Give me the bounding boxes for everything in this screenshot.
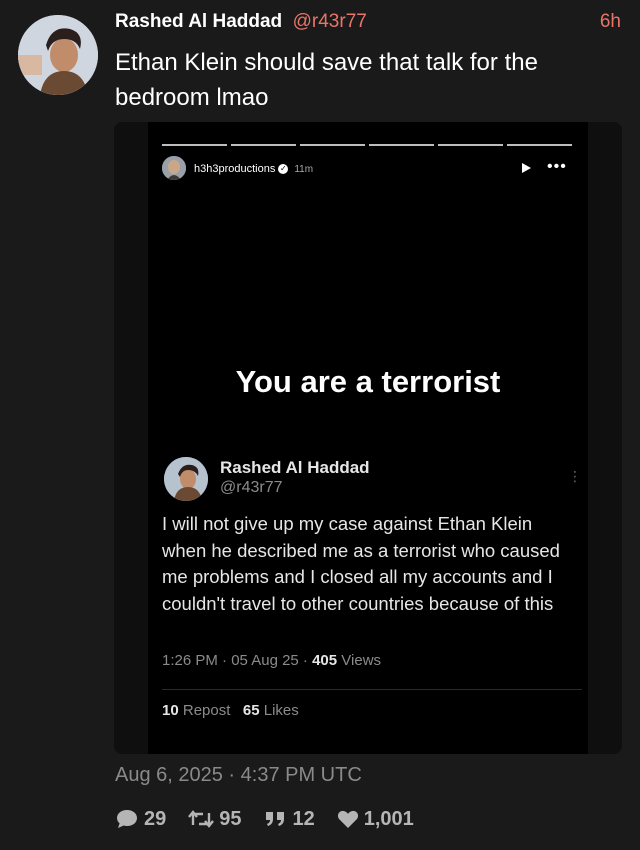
story-time: 11m xyxy=(294,164,314,175)
reply-count: 29 xyxy=(144,807,167,830)
embedded-reposts-label: Repost xyxy=(178,702,231,719)
story-username: h3h3productions xyxy=(194,163,276,175)
quote-count: 12 xyxy=(292,807,315,830)
post-text: Ethan Klein should save that talk for th… xyxy=(115,49,538,111)
author-avatar[interactable] xyxy=(18,15,98,95)
story-username-row: h3h3productions ✓ 11m xyxy=(194,163,313,175)
story-progress-bar xyxy=(162,144,572,146)
post-age[interactable]: 6h xyxy=(600,11,621,33)
retweet-icon xyxy=(188,810,215,828)
heart-icon xyxy=(337,810,358,828)
author-name[interactable]: Rashed Al Haddad xyxy=(115,11,282,32)
story-caption: You are a terrorist xyxy=(235,364,501,399)
embedded-tweet-text: I will not give up my case against Ethan… xyxy=(162,513,560,614)
embedded-tweet-stats: 10 Repost 65 Likes xyxy=(162,702,299,719)
comment-icon xyxy=(117,810,137,828)
embedded-author-handle: @r43r77 xyxy=(220,479,283,496)
story-header: h3h3productions ✓ 11m ••• xyxy=(162,156,572,182)
embedded-views-label: Views xyxy=(337,652,382,669)
like-button[interactable]: 1,001 xyxy=(337,808,414,831)
more-options-icon: ••• xyxy=(547,158,567,175)
retweet-count: 95 xyxy=(219,807,242,830)
vertical-dots-icon: ⋮ xyxy=(568,468,582,484)
story-screenshot: h3h3productions ✓ 11m ••• You are a terror… xyxy=(148,122,588,754)
embedded-tweet-time: 1:26 PM · 05 Aug 25 · xyxy=(162,652,313,669)
embedded-tweet-meta: 1:26 PM · 05 Aug 25 · 405 Views xyxy=(162,652,381,669)
embedded-likes-count: 65 xyxy=(242,702,260,719)
embedded-author-avatar xyxy=(164,457,208,501)
post-media[interactable]: h3h3productions ✓ 11m ••• You are a terror… xyxy=(114,122,622,754)
avatar-image xyxy=(18,15,98,95)
action-bar: 29 95 12 1,001 xyxy=(115,805,436,833)
author-handle[interactable]: @r43r77 xyxy=(293,11,367,32)
retweet-button[interactable]: 95 xyxy=(188,807,242,831)
quote-button[interactable]: 12 xyxy=(264,808,315,831)
embedded-author-name: Rashed Al Haddad xyxy=(220,458,370,477)
quote-icon xyxy=(265,812,284,826)
embedded-reposts-count: 10 xyxy=(162,702,179,719)
story-avatar xyxy=(162,156,186,180)
reply-button[interactable]: 29 xyxy=(115,808,166,831)
play-icon xyxy=(522,163,531,173)
embedded-likes-label: Likes xyxy=(259,702,299,719)
post-timestamp[interactable]: Aug 6, 2025 · 4:37 PM UTC xyxy=(115,764,362,787)
embedded-views-count: 405 xyxy=(312,652,338,669)
check-badge-icon: ✓ xyxy=(278,164,289,175)
divider xyxy=(162,689,582,690)
post-header: Rashed Al Haddad @r43r77 6h xyxy=(115,11,625,37)
like-count: 1,001 xyxy=(363,807,414,830)
